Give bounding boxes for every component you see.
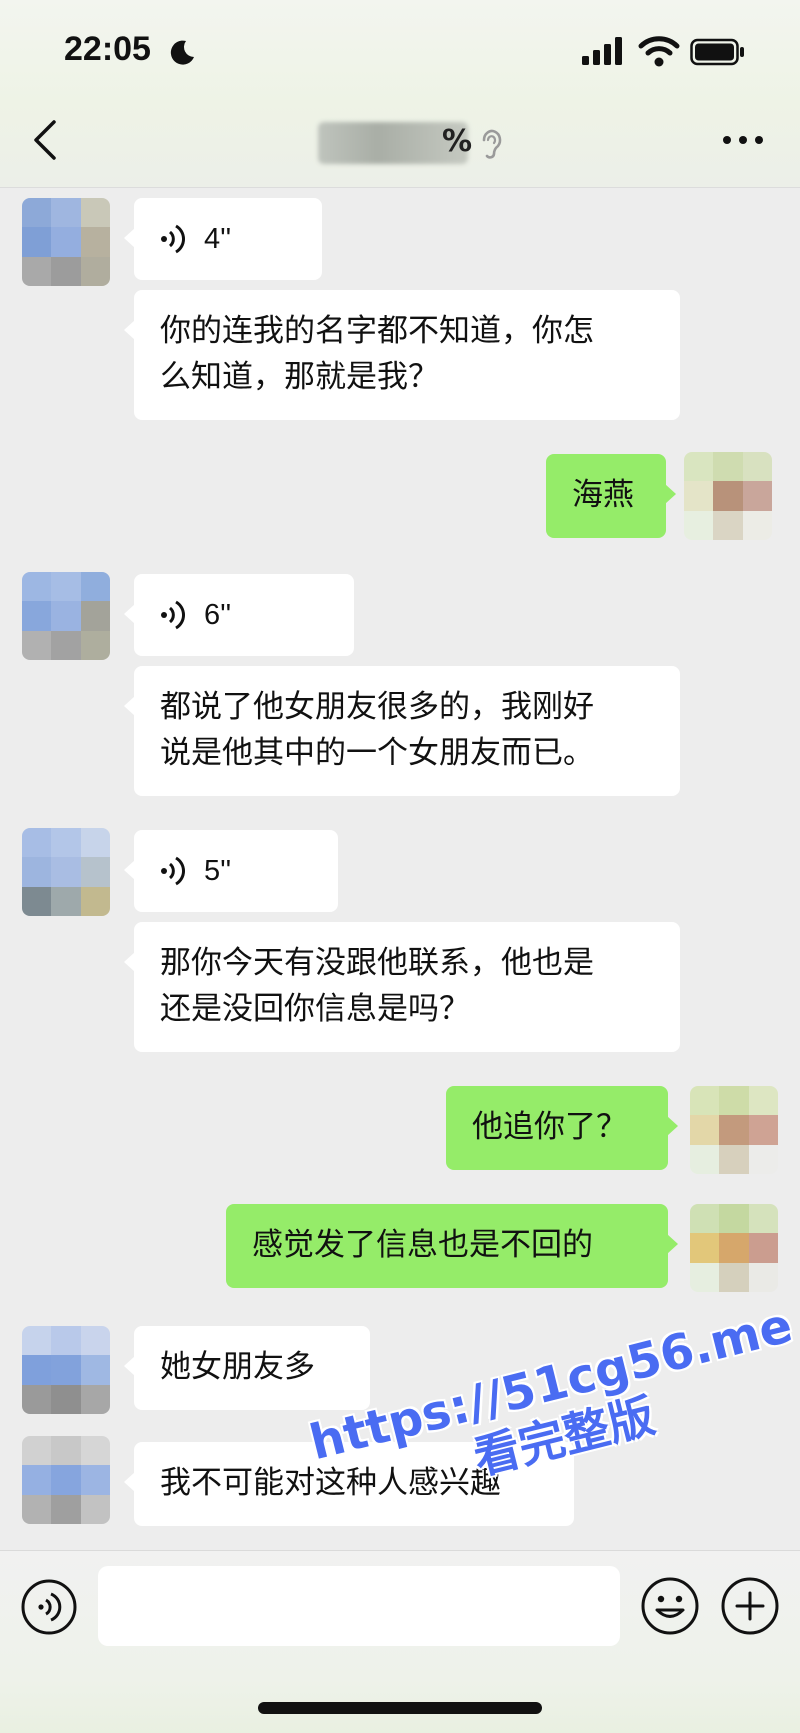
back-icon[interactable] — [28, 118, 64, 162]
my-avatar[interactable] — [684, 452, 772, 540]
voice-wave-icon — [161, 856, 186, 886]
plus-icon[interactable] — [720, 1576, 780, 1636]
more-icon[interactable] — [720, 128, 766, 152]
my-avatar[interactable] — [690, 1086, 778, 1174]
battery-icon — [690, 38, 744, 66]
contact-avatar[interactable] — [22, 1436, 110, 1524]
message-line: 她女朋友多 — [160, 1349, 315, 1385]
message-line: 么知道，那就是我？ — [160, 359, 439, 395]
my-avatar[interactable] — [690, 1204, 778, 1292]
text-message[interactable]: 你的连我的名字都不知道，你怎 么知道，那就是我？ — [124, 290, 680, 420]
voice-wave-icon — [161, 600, 186, 630]
message-line: 感觉发了信息也是不回的 — [252, 1227, 593, 1263]
signal-icon — [582, 37, 622, 65]
voice-toggle-icon[interactable] — [20, 1578, 78, 1636]
message-line: 说是他其中的一个女朋友而已。 — [160, 735, 594, 771]
voice-wave-icon — [161, 224, 186, 254]
message-line: 你的连我的名字都不知道，你怎 — [160, 313, 594, 349]
text-message[interactable]: 都说了他女朋友很多的，我刚好 说是他其中的一个女朋友而已。 — [124, 666, 680, 796]
message-line: 他追你了？ — [472, 1109, 627, 1145]
status-time: 22:05 — [64, 30, 151, 68]
moon-icon — [170, 40, 194, 65]
voice-message[interactable]: 5'' — [124, 830, 338, 912]
text-message[interactable]: 她女朋友多 — [124, 1326, 370, 1410]
message-line: 还是没回你信息是吗？ — [160, 991, 470, 1027]
voice-message[interactable]: 6'' — [124, 574, 354, 656]
contact-avatar[interactable] — [22, 198, 110, 286]
my-text-message[interactable]: 感觉发了信息也是不回的 — [226, 1204, 678, 1288]
contact-avatar[interactable] — [22, 828, 110, 916]
contact-avatar[interactable] — [22, 572, 110, 660]
voice-message[interactable]: 4'' — [124, 198, 322, 280]
ear-icon — [482, 129, 502, 159]
emoji-icon[interactable] — [640, 1576, 700, 1636]
message-line: 都说了他女朋友很多的，我刚好 — [160, 689, 594, 725]
title-tail: % — [442, 124, 473, 159]
voice-duration: 6'' — [204, 599, 232, 631]
home-indicator — [258, 1702, 542, 1714]
my-text-message[interactable]: 他追你了？ — [446, 1086, 678, 1170]
message-input[interactable] — [98, 1566, 620, 1646]
message-line: 那你今天有没跟他联系，他也是 — [160, 945, 594, 981]
text-message[interactable]: 那你今天有没跟他联系，他也是 还是没回你信息是吗？ — [124, 922, 680, 1052]
text-message[interactable]: 我不可能对这种人感兴趣 — [124, 1442, 574, 1526]
voice-duration: 4'' — [204, 223, 232, 255]
contact-avatar[interactable] — [22, 1326, 110, 1414]
my-text-message[interactable]: 海燕 — [546, 454, 676, 538]
voice-duration: 5'' — [204, 855, 232, 887]
message-line: 我不可能对这种人感兴趣 — [160, 1465, 501, 1501]
wifi-icon — [638, 36, 680, 67]
message-line: 海燕 — [572, 477, 634, 513]
